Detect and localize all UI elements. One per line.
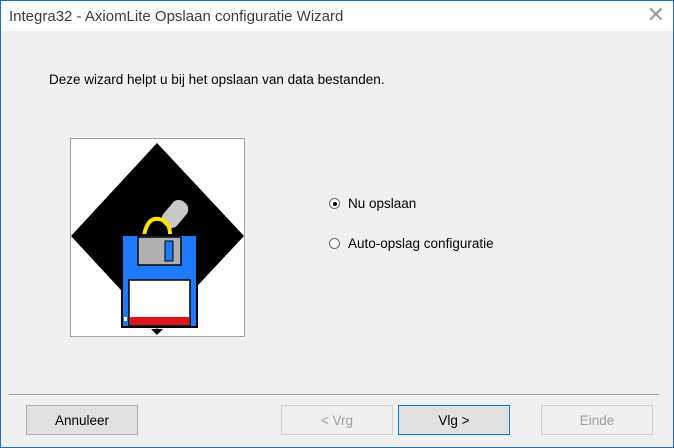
option-auto-opslag[interactable]: Auto-opslag configuratie [329, 236, 494, 251]
radio-checked[interactable] [329, 198, 340, 209]
floppy-disk-icon [71, 143, 244, 335]
close-icon[interactable]: ✕ [647, 4, 665, 26]
footer-divider [9, 394, 659, 396]
next-button[interactable]: Vlg > [398, 405, 510, 435]
finish-button[interactable]: Einde [541, 405, 653, 435]
wizard-illustration [70, 138, 245, 337]
wizard-window: Integra32 - AxiomLite Opslaan configurat… [0, 0, 674, 448]
radio-unchecked[interactable] [329, 238, 340, 249]
back-button[interactable]: < Vrg [281, 405, 393, 435]
window-title: Integra32 - AxiomLite Opslaan configurat… [9, 8, 344, 25]
intro-text: Deze wizard helpt u bij het opslaan van … [49, 72, 385, 87]
title-bar: Integra32 - AxiomLite Opslaan configurat… [1, 1, 673, 31]
option-label: Auto-opslag configuratie [348, 236, 494, 251]
option-nu-opslaan[interactable]: Nu opslaan [329, 196, 416, 211]
option-label: Nu opslaan [348, 196, 417, 211]
cancel-button[interactable]: Annuleer [26, 405, 138, 435]
